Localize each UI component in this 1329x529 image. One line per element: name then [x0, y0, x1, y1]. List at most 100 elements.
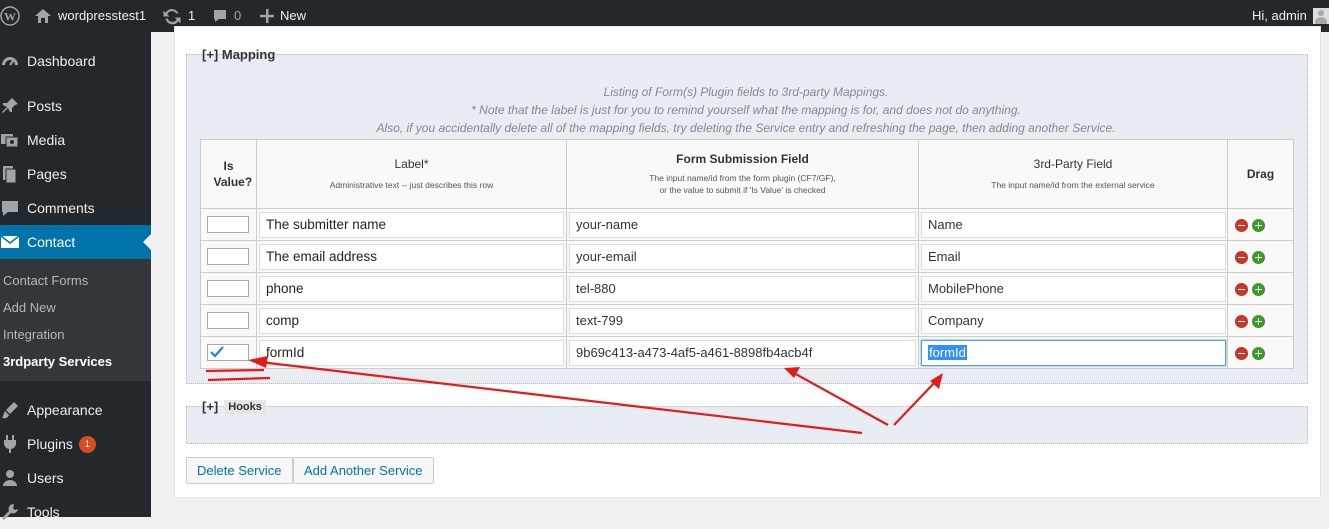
- contact-submenu: Contact Forms Add New Integration 3rdpar…: [0, 259, 151, 381]
- menu-label: Pages: [27, 166, 67, 182]
- dashboard-icon: [0, 51, 20, 71]
- third-party-field-input[interactable]: MobilePhone: [921, 275, 1226, 302]
- header-label: Label* Administrative text -- just descr…: [256, 139, 567, 209]
- menu-appearance[interactable]: Appearance: [0, 393, 151, 427]
- is-value-checkbox[interactable]: [207, 216, 249, 233]
- avatar: [1312, 8, 1329, 24]
- site-name-link[interactable]: wordpresstest1: [34, 0, 146, 32]
- header-third-party-sub: The input name/id from the external serv…: [991, 180, 1155, 190]
- hooks-fieldset: [186, 406, 1308, 444]
- menu-plugins[interactable]: Plugins 1: [0, 427, 151, 461]
- hooks-label: Hooks: [224, 399, 266, 414]
- mapping-legend[interactable]: [+] Mapping: [202, 47, 275, 62]
- third-party-field-input-focused[interactable]: formId: [921, 339, 1226, 366]
- submenu-integration[interactable]: Integration: [3, 327, 64, 342]
- brush-icon: [0, 400, 20, 420]
- media-icon: [0, 130, 20, 150]
- hooks-toggle[interactable]: [+]: [202, 399, 218, 414]
- plugins-update-badge: 1: [78, 435, 96, 453]
- add-row-icon[interactable]: [1252, 283, 1265, 297]
- menu-label: Comments: [27, 200, 95, 216]
- third-party-field-input[interactable]: Name: [921, 211, 1226, 238]
- selected-text: formId: [928, 344, 967, 360]
- mapping-note-2: * Note that the label is just for you to…: [471, 103, 1021, 117]
- remove-row-icon[interactable]: [1235, 283, 1248, 297]
- header-third-party: 3rd-Party Field The input name/id from t…: [918, 139, 1228, 209]
- menu-media[interactable]: Media: [0, 123, 151, 157]
- menu-pages[interactable]: Pages: [0, 157, 151, 191]
- label-input[interactable]: The submitter name: [259, 211, 564, 238]
- menu-comments[interactable]: Comments: [0, 191, 151, 225]
- label-input[interactable]: formId: [259, 339, 564, 366]
- hooks-legend[interactable]: [+] Hooks: [202, 399, 266, 414]
- add-row-icon[interactable]: [1252, 219, 1265, 233]
- mapping-note-1: Listing of Form(s) Plugin fields to 3rd-…: [603, 85, 889, 99]
- form-field-input[interactable]: tel-880: [569, 275, 916, 302]
- form-field-input[interactable]: your-name: [569, 211, 916, 238]
- add-another-service-button[interactable]: Add Another Service: [293, 457, 434, 484]
- table-row: comp text-799 Company: [200, 304, 1294, 337]
- add-row-icon[interactable]: [1252, 347, 1265, 361]
- menu-users[interactable]: Users: [0, 461, 151, 495]
- header-label-sub: Administrative text -- just describes th…: [329, 180, 494, 190]
- menu-dashboard[interactable]: Dashboard: [0, 44, 151, 78]
- admin-sidebar: Dashboard Posts Media Pages Comments Con…: [0, 32, 151, 520]
- menu-tools[interactable]: Tools: [0, 495, 151, 529]
- home-icon: [35, 9, 51, 23]
- table-header-row: Is Value? Label* Administrative text -- …: [200, 139, 1294, 209]
- add-row-icon[interactable]: [1252, 251, 1265, 265]
- plus-icon: [260, 9, 274, 23]
- header-form-field: Form Submission Field The input name/id …: [566, 139, 919, 209]
- menu-label: Plugins: [27, 436, 73, 452]
- plug-icon: [0, 434, 20, 454]
- remove-row-icon[interactable]: [1235, 315, 1248, 329]
- menu-posts[interactable]: Posts: [0, 89, 151, 123]
- pages-icon: [0, 164, 20, 184]
- add-row-icon[interactable]: [1252, 315, 1265, 329]
- menu-label: Appearance: [27, 402, 103, 418]
- remove-row-icon[interactable]: [1235, 251, 1248, 265]
- table-row: phone tel-880 MobilePhone: [200, 272, 1294, 305]
- checkmark-icon: [210, 346, 224, 358]
- menu-label: Dashboard: [27, 53, 96, 69]
- mapping-note-3: Also, if you accidentally delete all of …: [376, 121, 1116, 135]
- is-value-checkbox[interactable]: [207, 312, 249, 329]
- is-value-checkbox-checked[interactable]: [207, 344, 249, 361]
- table-row: formId 9b69c413-a473-4af5-a461-8898fb4ac…: [200, 336, 1294, 369]
- submenu-contact-forms[interactable]: Contact Forms: [3, 273, 88, 288]
- pin-icon: [0, 96, 20, 116]
- wordpress-logo-icon[interactable]: W: [0, 0, 20, 32]
- menu-label: Media: [27, 132, 66, 148]
- header-form-field-sub1: The input name/id from the form plugin (…: [649, 173, 836, 183]
- label-input[interactable]: comp: [259, 307, 564, 334]
- header-is-value: Is Value?: [200, 139, 257, 209]
- comment-icon: [0, 198, 20, 218]
- label-input[interactable]: The email address: [259, 243, 564, 270]
- form-field-input[interactable]: 9b69c413-a473-4af5-a461-8898fb4acb4f: [569, 339, 916, 366]
- table-row: The email address your-email Email: [200, 240, 1294, 273]
- form-field-input[interactable]: your-email: [569, 243, 916, 270]
- delete-service-button[interactable]: Delete Service: [186, 457, 293, 484]
- comment-icon: [214, 10, 226, 22]
- form-field-input[interactable]: text-799: [569, 307, 916, 334]
- menu-label: Contact: [27, 234, 76, 250]
- mapping-table: Is Value? Label* Administrative text -- …: [200, 139, 1294, 369]
- label-input[interactable]: phone: [259, 275, 564, 302]
- is-value-checkbox[interactable]: [207, 280, 249, 297]
- third-party-field-input[interactable]: Email: [921, 243, 1226, 270]
- submenu-3rdparty-services[interactable]: 3rdparty Services: [3, 354, 112, 369]
- is-value-checkbox[interactable]: [207, 248, 249, 265]
- mail-icon: [0, 232, 20, 252]
- refresh-icon: [163, 9, 181, 25]
- menu-label: Posts: [27, 98, 63, 114]
- remove-row-icon[interactable]: [1235, 219, 1248, 233]
- header-drag: Drag: [1227, 139, 1294, 209]
- table-row: The submitter name your-name Name: [200, 208, 1294, 241]
- submenu-add-new[interactable]: Add New: [3, 300, 56, 315]
- third-party-field-input[interactable]: Company: [921, 307, 1226, 334]
- menu-contact[interactable]: Contact: [0, 225, 151, 259]
- user-icon: [0, 468, 20, 488]
- wrench-icon: [0, 502, 20, 522]
- remove-row-icon[interactable]: [1235, 347, 1248, 361]
- svg-text:W: W: [4, 10, 16, 24]
